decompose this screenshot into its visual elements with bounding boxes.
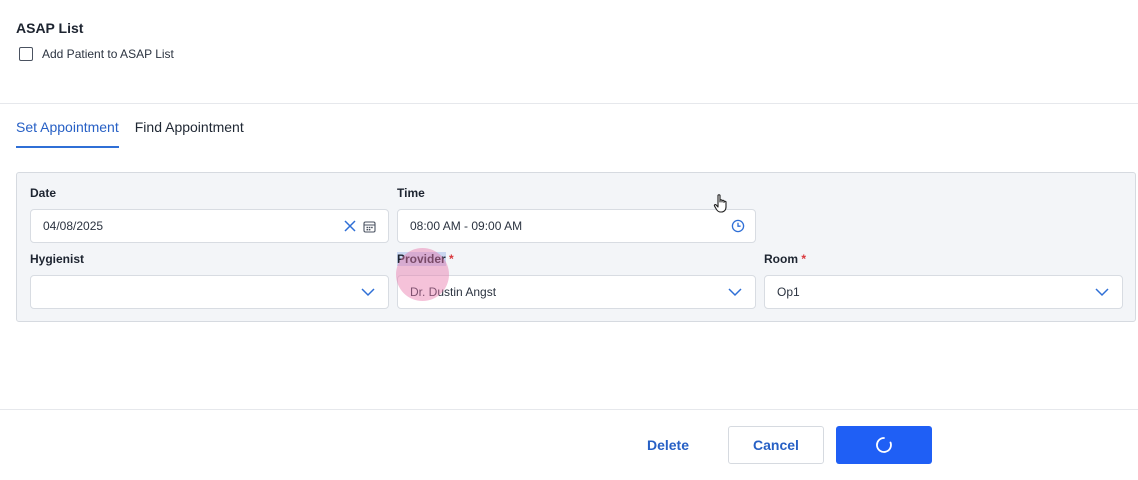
room-label-group: Room * bbox=[764, 252, 806, 266]
hygienist-label: Hygienist bbox=[30, 252, 85, 266]
room-select[interactable]: Op1 bbox=[764, 275, 1123, 309]
cancel-button[interactable]: Cancel bbox=[728, 426, 824, 464]
room-value[interactable]: Op1 bbox=[777, 285, 1094, 299]
required-indicator: * bbox=[449, 252, 454, 266]
date-value[interactable]: 04/08/2025 bbox=[43, 219, 343, 233]
asap-checkbox-row[interactable]: Add Patient to ASAP List bbox=[19, 47, 174, 61]
provider-label-group: Provider * bbox=[397, 252, 454, 266]
clock-icon[interactable] bbox=[731, 219, 745, 233]
provider-value[interactable]: Dr. Dustin Angst bbox=[410, 285, 727, 299]
calendar-icon[interactable] bbox=[363, 220, 376, 233]
asap-section: ASAP List Add Patient to ASAP List bbox=[16, 20, 174, 61]
time-label: Time bbox=[397, 186, 425, 200]
section-divider bbox=[0, 103, 1138, 104]
hygienist-select[interactable] bbox=[30, 275, 389, 309]
save-button[interactable] bbox=[836, 426, 932, 464]
time-value[interactable]: 08:00 AM - 09:00 AM bbox=[410, 219, 731, 233]
footer-actions: Delete Cancel bbox=[0, 426, 1138, 464]
close-icon[interactable] bbox=[343, 219, 357, 233]
appointment-tabs: Set Appointment Find Appointment bbox=[16, 112, 260, 148]
add-to-asap-label[interactable]: Add Patient to ASAP List bbox=[42, 47, 174, 61]
provider-select[interactable]: Dr. Dustin Angst bbox=[397, 275, 756, 309]
asap-list-title: ASAP List bbox=[16, 20, 84, 36]
delete-button[interactable]: Delete bbox=[636, 426, 700, 464]
chevron-down-icon[interactable] bbox=[1094, 287, 1110, 297]
appointment-form-panel: Date 04/08/2025 Time 08:00 AM - 09:00 AM… bbox=[16, 172, 1136, 322]
date-label: Date bbox=[30, 186, 57, 200]
add-to-asap-checkbox[interactable] bbox=[19, 47, 33, 61]
footer-divider bbox=[0, 409, 1138, 410]
provider-label: Provider bbox=[397, 252, 446, 266]
time-field[interactable]: 08:00 AM - 09:00 AM bbox=[397, 209, 756, 243]
date-field[interactable]: 04/08/2025 bbox=[30, 209, 389, 243]
spinner-icon bbox=[875, 436, 893, 454]
chevron-down-icon[interactable] bbox=[727, 287, 743, 297]
room-label: Room bbox=[764, 252, 798, 266]
chevron-down-icon[interactable] bbox=[360, 287, 376, 297]
tab-find-appointment[interactable]: Find Appointment bbox=[135, 112, 244, 148]
required-indicator: * bbox=[801, 252, 807, 266]
tab-set-appointment[interactable]: Set Appointment bbox=[16, 112, 119, 148]
